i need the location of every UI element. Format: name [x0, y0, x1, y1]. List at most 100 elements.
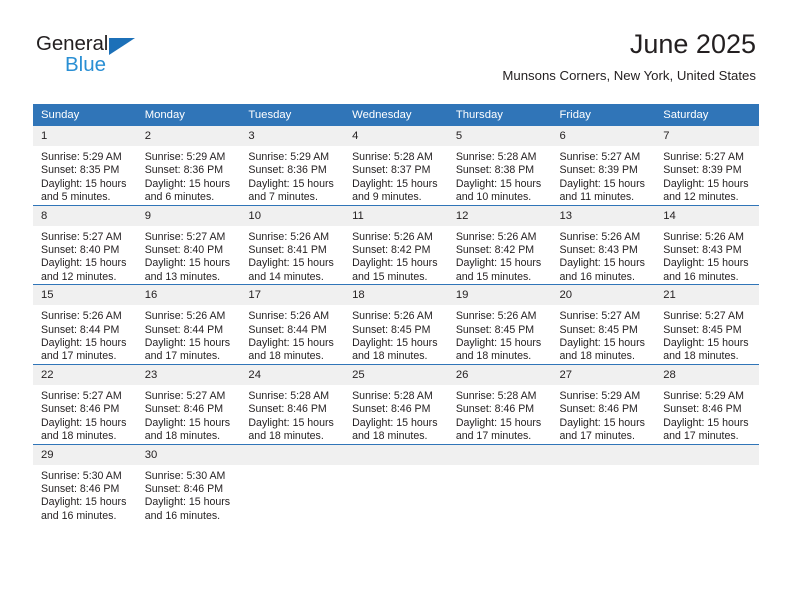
sunrise-text: Sunrise: 5:26 AM [248, 230, 330, 243]
day-cell[interactable]: 17 Sunrise: 5:26 AM Sunset: 8:44 PM Dayl… [240, 284, 345, 365]
sunset-text: Sunset: 8:46 PM [41, 403, 120, 416]
day-cell[interactable]: 29 Sunrise: 5:30 AM Sunset: 8:46 PM Dayl… [33, 443, 137, 524]
day-cell[interactable]: 27 Sunrise: 5:29 AM Sunset: 8:46 PM Dayl… [551, 363, 656, 444]
sunrise-text: Sunrise: 5:28 AM [455, 389, 537, 402]
daylight-text: Daylight: 15 hours and 18 minutes. [352, 416, 438, 443]
sunset-text: Sunset: 8:43 PM [559, 244, 638, 257]
day-cell[interactable]: 23 Sunrise: 5:27 AM Sunset: 8:46 PM Dayl… [136, 363, 241, 444]
day-cell[interactable]: 11 Sunrise: 5:26 AM Sunset: 8:42 PM Dayl… [344, 204, 448, 285]
sunset-text: Sunset: 8:40 PM [41, 244, 120, 257]
day-cell[interactable]: 4 Sunrise: 5:28 AM Sunset: 8:37 PM Dayli… [344, 126, 448, 206]
day-number: 11 [344, 205, 448, 226]
day-number: 5 [447, 126, 552, 146]
location-subtitle: Munsons Corners, New York, United States [502, 68, 756, 83]
daylight-text: Daylight: 15 hours and 16 minutes. [41, 496, 127, 522]
day-number: 10 [240, 205, 345, 226]
day-cell[interactable]: 18 Sunrise: 5:26 AM Sunset: 8:45 PM Dayl… [344, 284, 448, 365]
daylight-text: Daylight: 15 hours and 9 minutes. [352, 177, 438, 204]
day-cell[interactable]: 21 Sunrise: 5:27 AM Sunset: 8:45 PM Dayl… [655, 284, 759, 365]
sunrise-text: Sunrise: 5:26 AM [248, 310, 330, 323]
sunset-text: Sunset: 8:44 PM [41, 323, 120, 336]
daylight-text: Daylight: 15 hours and 16 minutes. [559, 257, 645, 283]
day-cell[interactable]: 8 Sunrise: 5:27 AM Sunset: 8:40 PM Dayli… [33, 204, 137, 285]
sunrise-text: Sunrise: 5:26 AM [144, 310, 226, 323]
weekday-header-tuesday: Tuesday [240, 104, 345, 126]
page-title: June 2025 [629, 29, 756, 59]
day-number: 13 [551, 205, 656, 226]
sunset-text: Sunset: 8:46 PM [352, 403, 431, 416]
sunrise-text: Sunrise: 5:27 AM [41, 389, 122, 402]
day-number: 14 [655, 205, 759, 226]
day-details: Sunrise: 5:29 AM Sunset: 8:46 PM Dayligh… [552, 385, 656, 444]
day-number [344, 444, 448, 465]
sunrise-text: Sunrise: 5:27 AM [144, 389, 226, 402]
day-number: 8 [33, 205, 137, 226]
calendar-week-row: 15 Sunrise: 5:26 AM Sunset: 8:44 PM Dayl… [33, 284, 759, 365]
day-cell[interactable]: 26 Sunrise: 5:28 AM Sunset: 8:46 PM Dayl… [447, 363, 552, 444]
sunrise-text: Sunrise: 5:27 AM [559, 310, 641, 323]
day-details: Sunrise: 5:28 AM Sunset: 8:46 PM Dayligh… [240, 385, 344, 444]
sunset-text: Sunset: 8:41 PM [248, 244, 327, 257]
day-number: 23 [136, 364, 241, 385]
sunset-text: Sunset: 8:46 PM [144, 482, 224, 495]
day-cell[interactable]: 14 Sunrise: 5:26 AM Sunset: 8:43 PM Dayl… [655, 204, 759, 285]
day-cell[interactable]: 6 Sunrise: 5:27 AM Sunset: 8:39 PM Dayli… [551, 126, 656, 206]
day-cell[interactable]: 5 Sunrise: 5:28 AM Sunset: 8:38 PM Dayli… [447, 126, 552, 206]
day-details: Sunrise: 5:26 AM Sunset: 8:45 PM Dayligh… [448, 305, 552, 364]
day-cell[interactable]: 15 Sunrise: 5:26 AM Sunset: 8:44 PM Dayl… [33, 284, 137, 365]
daylight-text: Daylight: 15 hours and 12 minutes. [663, 177, 749, 204]
calendar-table: Sunday Monday Tuesday Wednesday Thursday… [33, 104, 759, 524]
day-details: Sunrise: 5:26 AM Sunset: 8:42 PM Dayligh… [448, 226, 552, 285]
day-cell[interactable]: 1 Sunrise: 5:29 AM Sunset: 8:35 PM Dayli… [33, 126, 137, 206]
day-cell[interactable]: 2 Sunrise: 5:29 AM Sunset: 8:36 PM Dayli… [136, 126, 241, 206]
day-cell[interactable]: 28 Sunrise: 5:29 AM Sunset: 8:46 PM Dayl… [655, 363, 759, 444]
day-details: Sunrise: 5:28 AM Sunset: 8:46 PM Dayligh… [344, 385, 448, 444]
daylight-text: Daylight: 15 hours and 18 minutes. [144, 416, 231, 443]
sunset-text: Sunset: 8:46 PM [559, 403, 638, 416]
day-cell[interactable]: 3 Sunrise: 5:29 AM Sunset: 8:36 PM Dayli… [240, 126, 345, 206]
day-number: 27 [551, 364, 656, 385]
day-details: Sunrise: 5:27 AM Sunset: 8:40 PM Dayligh… [137, 226, 241, 285]
daylight-text: Daylight: 15 hours and 18 minutes. [663, 337, 749, 363]
day-cell[interactable]: 24 Sunrise: 5:28 AM Sunset: 8:46 PM Dayl… [240, 363, 345, 444]
day-cell[interactable]: 25 Sunrise: 5:28 AM Sunset: 8:46 PM Dayl… [344, 363, 448, 444]
sunrise-text: Sunrise: 5:26 AM [352, 310, 433, 323]
page-header: General Blue June 2025 Munsons Corners, … [0, 0, 792, 100]
day-cell[interactable]: 19 Sunrise: 5:26 AM Sunset: 8:45 PM Dayl… [447, 284, 552, 365]
general-blue-logo[interactable]: General Blue [36, 33, 166, 81]
day-cell[interactable]: 7 Sunrise: 5:27 AM Sunset: 8:39 PM Dayli… [655, 126, 759, 206]
day-details: Sunrise: 5:26 AM Sunset: 8:44 PM Dayligh… [33, 305, 137, 364]
day-cell[interactable]: 20 Sunrise: 5:27 AM Sunset: 8:45 PM Dayl… [551, 284, 656, 365]
day-cell-empty [551, 443, 656, 524]
day-number: 22 [33, 364, 137, 385]
sunrise-text: Sunrise: 5:27 AM [559, 151, 641, 163]
day-number: 24 [240, 364, 345, 385]
day-cell[interactable]: 13 Sunrise: 5:26 AM Sunset: 8:43 PM Dayl… [551, 204, 656, 285]
sunset-text: Sunset: 8:36 PM [248, 164, 327, 177]
sunrise-text: Sunrise: 5:26 AM [455, 310, 537, 323]
daylight-text: Daylight: 15 hours and 18 minutes. [559, 337, 645, 363]
daylight-text: Daylight: 15 hours and 12 minutes. [41, 257, 127, 283]
sunrise-text: Sunrise: 5:26 AM [41, 310, 122, 323]
calendar-body: 1 Sunrise: 5:29 AM Sunset: 8:35 PM Dayli… [33, 126, 759, 524]
day-cell[interactable]: 16 Sunrise: 5:26 AM Sunset: 8:44 PM Dayl… [136, 284, 241, 365]
day-details: Sunrise: 5:30 AM Sunset: 8:46 PM Dayligh… [33, 465, 137, 524]
day-cell[interactable]: 9 Sunrise: 5:27 AM Sunset: 8:40 PM Dayli… [136, 204, 241, 285]
sunset-text: Sunset: 8:45 PM [455, 323, 535, 336]
daylight-text: Daylight: 15 hours and 17 minutes. [663, 416, 749, 443]
day-number [655, 444, 759, 465]
sunset-text: Sunset: 8:45 PM [559, 323, 638, 336]
day-cell[interactable]: 12 Sunrise: 5:26 AM Sunset: 8:42 PM Dayl… [447, 204, 552, 285]
day-cell[interactable]: 22 Sunrise: 5:27 AM Sunset: 8:46 PM Dayl… [33, 363, 137, 444]
day-number: 4 [344, 126, 448, 146]
sunset-text: Sunset: 8:43 PM [663, 244, 742, 257]
daylight-text: Daylight: 15 hours and 16 minutes. [663, 257, 749, 283]
logo-text-blue: Blue [65, 53, 107, 76]
day-cell[interactable]: 10 Sunrise: 5:26 AM Sunset: 8:41 PM Dayl… [240, 204, 345, 285]
day-number: 18 [344, 285, 448, 306]
daylight-text: Daylight: 15 hours and 11 minutes. [559, 177, 645, 204]
daylight-text: Daylight: 15 hours and 18 minutes. [248, 416, 334, 443]
day-cell[interactable]: 30 Sunrise: 5:30 AM Sunset: 8:46 PM Dayl… [136, 443, 241, 524]
daylight-text: Daylight: 15 hours and 15 minutes. [455, 257, 542, 283]
day-number: 15 [33, 285, 137, 306]
